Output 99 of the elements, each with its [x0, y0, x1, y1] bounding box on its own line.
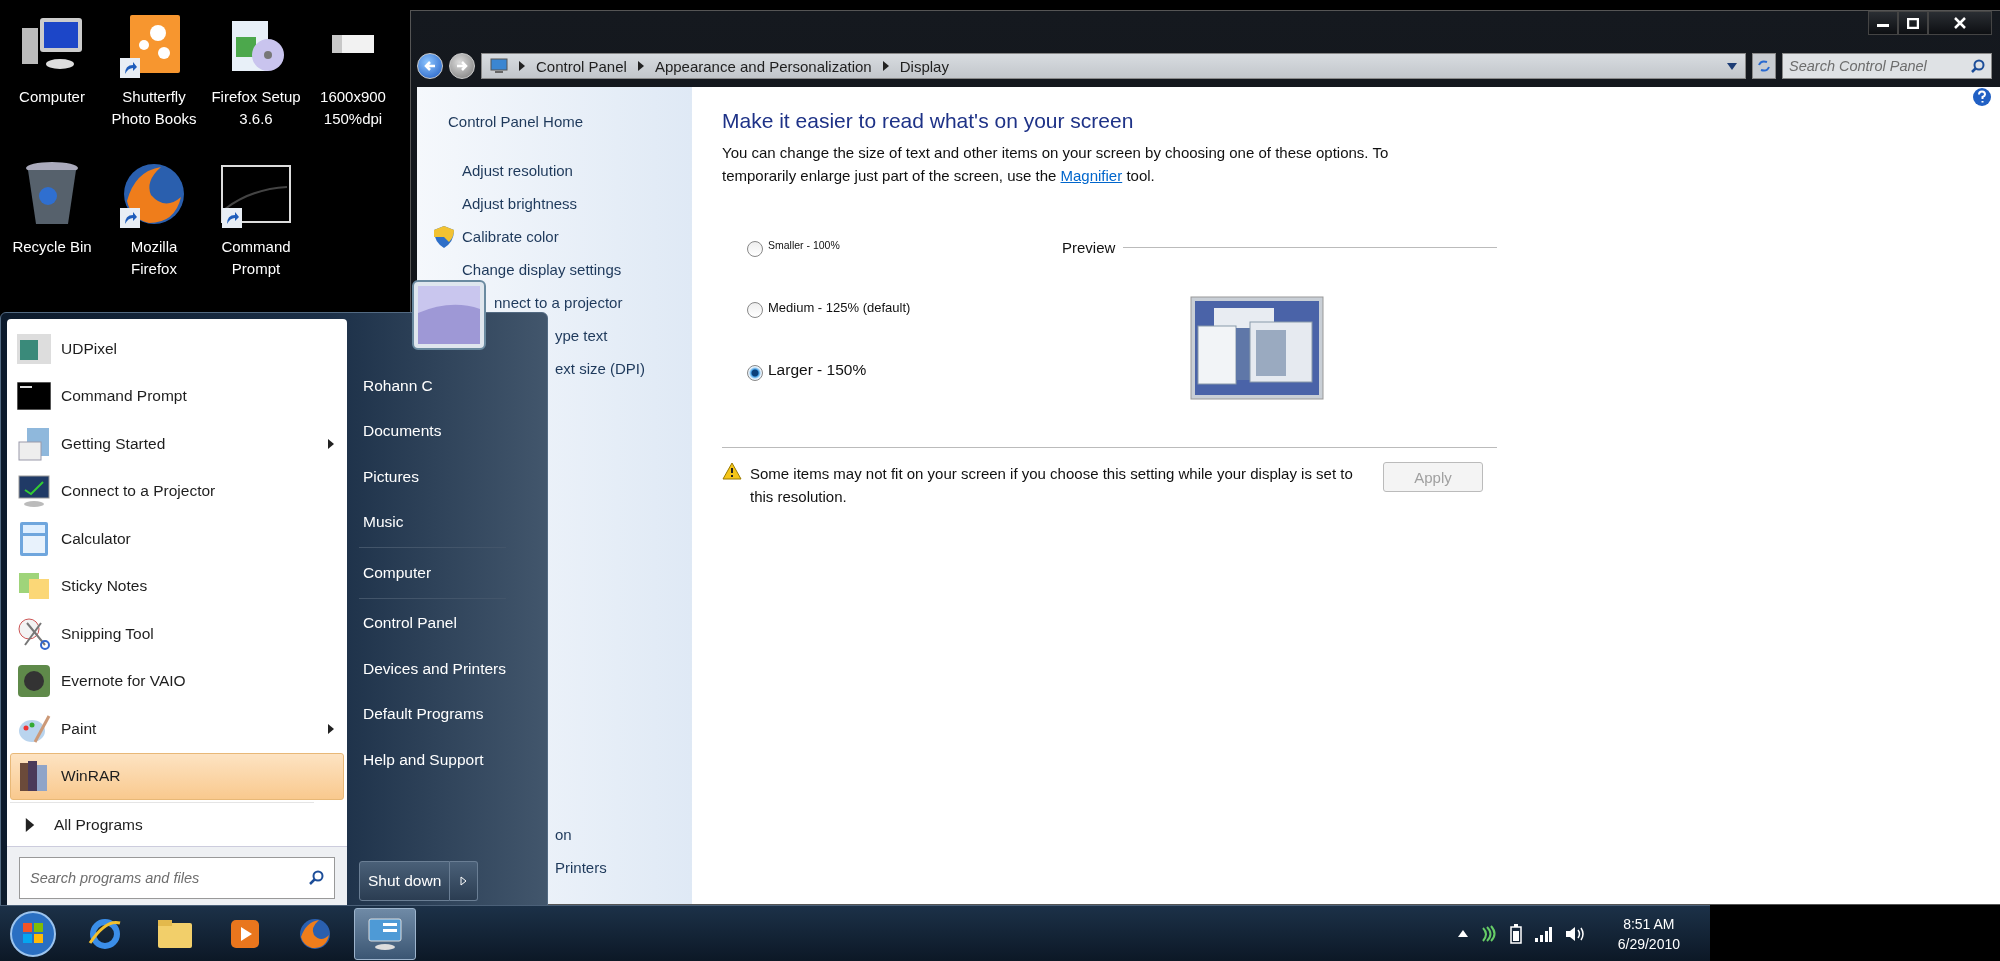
desktop-icon-label[interactable]: Computer	[4, 86, 100, 108]
intro-text: You can change the size of text and other items on your screen by choosing one of these options. To temporarily enlarge just part of the screen, use the Magnifier tool.	[722, 143, 1390, 186]
program-item[interactable]: Calculator	[10, 515, 344, 563]
start-menu-link[interactable]: Devices and Printers	[359, 646, 506, 692]
media-player-icon	[229, 917, 261, 950]
document-stack-icon	[17, 425, 51, 462]
program-item[interactable]: Snipping Tool	[10, 610, 344, 658]
show-hidden-icons-icon[interactable]	[1457, 930, 1468, 937]
shut-down-options-button[interactable]	[450, 861, 479, 901]
radio-button[interactable]	[747, 241, 763, 257]
search-field[interactable]: Search programs and files	[19, 857, 335, 899]
window-icon	[17, 333, 51, 364]
desktop-icon-label[interactable]: Mozilla Firefox	[106, 236, 202, 280]
close-button[interactable]	[1928, 11, 1992, 35]
maximize-icon	[1907, 17, 1919, 29]
sidebar-link[interactable]: Adjust brightness	[417, 187, 692, 220]
sidebar-link[interactable]: Control Panel Home	[417, 105, 692, 138]
program-item[interactable]: UDPixel	[10, 325, 344, 373]
radio-button[interactable]	[747, 365, 763, 381]
breadcrumb[interactable]: Display	[899, 57, 949, 75]
program-item[interactable]: Paint	[10, 705, 344, 753]
search-icon	[308, 870, 324, 886]
sticky-notes-icon	[17, 571, 51, 602]
network-icon[interactable]	[1479, 924, 1498, 943]
close-icon	[1954, 17, 1966, 29]
program-item[interactable]: Evernote for VAIO	[10, 657, 344, 705]
start-menu-link[interactable]: Control Panel	[359, 600, 506, 646]
address-bar[interactable]: Control Panel Appearance and Personalization Display	[481, 53, 1746, 79]
program-item[interactable]: Sticky Notes	[10, 562, 344, 610]
radio-button[interactable]	[747, 302, 763, 318]
search-icon	[1971, 59, 1985, 73]
breadcrumb-arrow-icon	[881, 61, 890, 71]
terminal-icon	[221, 165, 291, 223]
desktop-icon-label[interactable]: Command Prompt	[208, 236, 304, 280]
dropdown-arrow-icon[interactable]	[1727, 62, 1737, 70]
magnifier-link[interactable]: Magnifier	[1060, 167, 1123, 184]
start-menu-link[interactable]: Music	[359, 499, 506, 545]
search-field[interactable]: Search Control Panel	[1782, 53, 1992, 79]
signal-bars-icon[interactable]	[1533, 925, 1552, 942]
submenu-arrow-icon	[327, 438, 335, 449]
option-label[interactable]: Smaller - 100%	[768, 239, 840, 251]
back-button[interactable]	[417, 53, 443, 79]
clock-time[interactable]: 8:51 AM	[1623, 913, 1675, 934]
folder-icon	[157, 918, 193, 949]
start-menu-link[interactable]: Pictures	[359, 454, 506, 500]
books-icon	[18, 759, 50, 794]
program-item[interactable]: Getting Started	[10, 420, 344, 468]
start-menu-link[interactable]: Default Programs	[359, 691, 506, 737]
option-label[interactable]: Larger - 150%	[768, 361, 867, 379]
program-item[interactable]: WinRAR	[10, 752, 344, 800]
control-panel-icon	[367, 916, 403, 951]
desktop-icon-label[interactable]: 1600x900 150%dpi	[305, 86, 401, 130]
desktop-icon-label[interactable]: Shutterfly Photo Books	[106, 86, 202, 130]
sidebar-link[interactable]: Calibrate color	[417, 220, 692, 253]
program-item[interactable]: Command Prompt	[10, 372, 344, 420]
start-menu-link[interactable]: Help and Support	[359, 737, 506, 783]
expand-arrow-icon	[24, 817, 36, 832]
globe-icon	[121, 161, 187, 227]
start-menu-link[interactable]: Rohann C	[359, 363, 506, 409]
shut-down-button[interactable]: Shut down	[359, 861, 451, 901]
program-item[interactable]: Connect to a Projector	[10, 467, 344, 515]
forward-button[interactable]	[449, 53, 475, 79]
minimize-button[interactable]	[1868, 11, 1898, 35]
scissors-icon	[17, 616, 51, 651]
help-icon[interactable]	[1972, 87, 1992, 107]
breadcrumb-arrow-icon	[636, 61, 645, 71]
control-panel-icon	[490, 58, 508, 74]
breadcrumb[interactable]: Control Panel	[536, 57, 627, 75]
desktop-icon-label[interactable]: Firefox Setup 3.6.6	[208, 86, 304, 130]
page-heading: Make it easier to read what's on your screen	[722, 109, 1135, 133]
taskbar-button[interactable]	[354, 907, 416, 960]
desktop-icon-label[interactable]: Recycle Bin	[4, 236, 100, 258]
forward-arrow-icon	[456, 60, 468, 72]
breadcrumb-arrow-icon	[518, 61, 526, 71]
clock-date[interactable]: 6/29/2010	[1617, 933, 1680, 954]
calculator-icon	[20, 521, 48, 556]
browser-e-icon	[88, 916, 122, 951]
option-label[interactable]: Medium - 125% (default)	[768, 300, 911, 315]
terminal-icon	[17, 382, 51, 411]
back-arrow-icon	[424, 60, 436, 72]
caret-icon	[460, 876, 468, 886]
start-menu-link[interactable]: Computer	[359, 550, 506, 596]
start-menu-link[interactable]: Documents	[359, 408, 506, 454]
sidebar-link[interactable]: Change display settings	[417, 253, 692, 286]
refresh-button[interactable]	[1752, 53, 1776, 79]
maximize-button[interactable]	[1898, 11, 1928, 35]
preview-label: Preview	[1062, 239, 1116, 256]
refresh-icon	[1757, 59, 1771, 73]
volume-icon[interactable]	[1563, 924, 1586, 943]
submenu-arrow-icon	[327, 723, 335, 734]
warning-icon	[722, 462, 742, 480]
sidebar-link[interactable]: Adjust resolution	[417, 154, 692, 187]
battery-icon[interactable]	[1509, 923, 1522, 944]
window-thumbnail-icon	[332, 35, 374, 53]
globe-icon	[298, 916, 332, 951]
monitor-icon	[17, 474, 51, 509]
warning-text: Some items may not fit on your screen if you choose this setting while your display is set to this resolution.	[750, 464, 1354, 507]
start-button[interactable]	[8, 908, 58, 959]
breadcrumb[interactable]: Appearance and Personalization	[654, 57, 872, 75]
